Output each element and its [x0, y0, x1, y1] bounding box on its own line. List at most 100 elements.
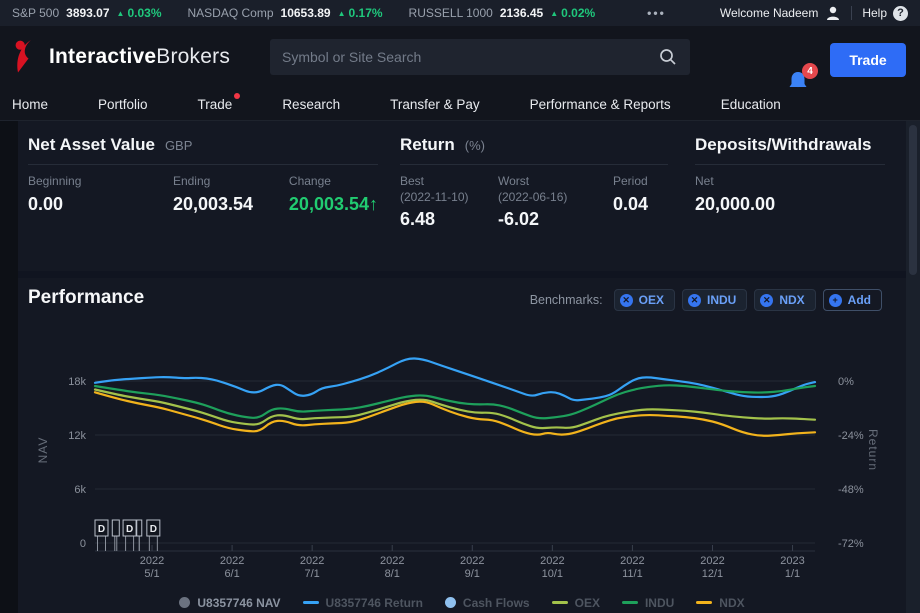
content-panel: Net Asset Value GBP Beginning 0.00 Endin… — [18, 121, 906, 613]
ticker-change: 0.03% — [127, 6, 161, 20]
x-label-date: 6/1 — [224, 568, 239, 580]
add-icon: + — [829, 294, 842, 307]
field-best: Best (2022-11-10) 6.48 — [400, 174, 498, 230]
deposits-section-title: Deposits/Withdrawals — [695, 135, 872, 155]
ticker-nasdaq[interactable]: NASDAQ Comp 10653.89 ▲0.17% — [188, 6, 383, 20]
legend-label: Cash Flows — [463, 596, 530, 610]
x-label-year: 2022 — [540, 555, 564, 567]
legend-item-ndx[interactable]: NDX — [696, 596, 744, 610]
period-value: 0.04 — [613, 194, 648, 215]
deposit-flag-label: D — [126, 524, 133, 535]
scrollbar-track[interactable] — [906, 121, 920, 613]
remove-icon[interactable]: ✕ — [760, 294, 773, 307]
deposits-withdrawals-section: Deposits/Withdrawals Net 20,000.00 — [695, 135, 885, 215]
x-label-date: 5/1 — [144, 568, 159, 580]
nav-section-title: Net Asset Value — [28, 135, 155, 155]
legend-swatch — [179, 597, 190, 608]
nav-trade[interactable]: Trade — [198, 97, 233, 112]
ticker-russell[interactable]: RUSSELL 1000 2136.45 ▲0.02% — [409, 6, 596, 20]
trade-button[interactable]: Trade — [830, 43, 906, 77]
nav-portfolio[interactable]: Portfolio — [98, 97, 148, 112]
best-date: (2022-11-10) — [400, 190, 498, 206]
legend-item-cash-flows[interactable]: Cash Flows — [445, 596, 530, 610]
ticker-sp500[interactable]: S&P 500 3893.07 ▲0.03% — [12, 6, 162, 20]
ticker-label: NASDAQ Comp — [188, 6, 274, 20]
y-right-tick: -24% — [838, 430, 864, 442]
ticker-change: 0.02% — [561, 6, 595, 20]
x-label-date: 1/1 — [785, 568, 800, 580]
currency-label: GBP — [165, 138, 192, 153]
beginning-value: 0.00 — [28, 194, 173, 215]
search-icon[interactable] — [658, 47, 678, 67]
nav-home[interactable]: Home — [12, 97, 48, 112]
ticker-value: 3893.07 — [66, 6, 109, 20]
benchmark-pill-oex[interactable]: ✕OEX — [614, 289, 675, 311]
add-benchmark-button[interactable]: +Add — [823, 289, 882, 311]
up-arrow-icon: ▲ — [550, 9, 558, 18]
y-right-tick: -72% — [838, 538, 864, 550]
section-divider — [18, 271, 906, 278]
performance-chart-svg: 18k0%12k-24%6k-48%0-72%20225/120226/1202… — [18, 330, 906, 592]
benchmark-pill-indu[interactable]: ✕INDU — [682, 289, 747, 311]
search-input[interactable] — [282, 49, 658, 65]
x-label-date: 10/1 — [542, 568, 563, 580]
return-section-title: Return — [400, 135, 455, 155]
ticker-value: 2136.45 — [500, 6, 543, 20]
legend-item-u8357746-return[interactable]: U8357746 Return — [303, 596, 423, 610]
help-link[interactable]: Help ? — [862, 6, 908, 21]
ticker-more-icon[interactable]: ••• — [647, 6, 666, 20]
series-u8357746-return — [95, 358, 815, 400]
return-section: Return (%) Best (2022-11-10) 6.48 Worst … — [400, 135, 668, 230]
main-nav: Home Portfolio Trade Research Transfer &… — [0, 88, 920, 121]
legend-label: INDU — [645, 596, 674, 610]
performance-chart: 18k0%12k-24%6k-48%0-72%20225/120226/1202… — [18, 330, 906, 592]
percent-unit-label: (%) — [465, 138, 485, 153]
benchmark-pill-ndx[interactable]: ✕NDX — [754, 289, 815, 311]
legend-item-oex[interactable]: OEX — [552, 596, 600, 610]
worst-date: (2022-06-16) — [498, 190, 613, 206]
ticker-change: 0.17% — [349, 6, 383, 20]
legend-label: NDX — [719, 596, 744, 610]
x-label-year: 2022 — [220, 555, 244, 567]
divider — [28, 164, 378, 165]
ibkr-logo[interactable]: InteractiveBrokers — [14, 40, 230, 73]
remove-icon[interactable]: ✕ — [620, 294, 633, 307]
ticker-label: S&P 500 — [12, 6, 59, 20]
deposit-flag[interactable] — [137, 520, 142, 536]
x-label-year: 2023 — [780, 555, 804, 567]
nav-trade-alert-dot — [234, 93, 240, 99]
net-deposits-value: 20,000.00 — [695, 194, 775, 215]
nav-performance-reports[interactable]: Performance & Reports — [530, 97, 671, 112]
legend-item-u8357746-nav[interactable]: U8357746 NAV — [179, 596, 280, 610]
y-right-tick: -48% — [838, 484, 864, 496]
nav-education[interactable]: Education — [721, 97, 781, 112]
field-period: Period 0.04 — [613, 174, 648, 230]
ibkr-portal-page: S&P 500 3893.07 ▲0.03% NASDAQ Comp 10653… — [0, 0, 920, 613]
deposit-flag[interactable] — [112, 520, 119, 536]
user-icon — [825, 5, 841, 21]
nav-research[interactable]: Research — [282, 97, 340, 112]
scrollbar-thumb[interactable] — [909, 125, 917, 275]
nav-transfer-pay[interactable]: Transfer & Pay — [390, 97, 480, 112]
legend-item-indu[interactable]: INDU — [622, 596, 674, 610]
x-label-year: 2022 — [140, 555, 164, 567]
field-beginning: Beginning 0.00 — [28, 174, 173, 215]
ending-value: 20,003.54 — [173, 194, 289, 215]
welcome-label: Welcome Nadeem — [720, 6, 818, 20]
x-label-year: 2022 — [380, 555, 404, 567]
performance-title: Performance — [28, 287, 144, 309]
x-label-date: 9/1 — [465, 568, 480, 580]
notification-badge: 4 — [802, 63, 818, 79]
remove-icon[interactable]: ✕ — [688, 294, 701, 307]
divider — [851, 6, 852, 20]
divider — [400, 164, 668, 165]
y-right-tick: 0% — [838, 376, 854, 388]
welcome-user[interactable]: Welcome Nadeem — [720, 5, 841, 21]
x-label-year: 2022 — [460, 555, 484, 567]
site-search — [270, 39, 690, 75]
field-change: Change 20,003.54↑ — [289, 174, 378, 215]
up-arrow-icon: ▲ — [117, 9, 125, 18]
net-asset-value-section: Net Asset Value GBP Beginning 0.00 Endin… — [28, 135, 378, 215]
market-ticker-bar: S&P 500 3893.07 ▲0.03% NASDAQ Comp 10653… — [0, 0, 920, 26]
deposit-flag-label: D — [98, 524, 105, 535]
